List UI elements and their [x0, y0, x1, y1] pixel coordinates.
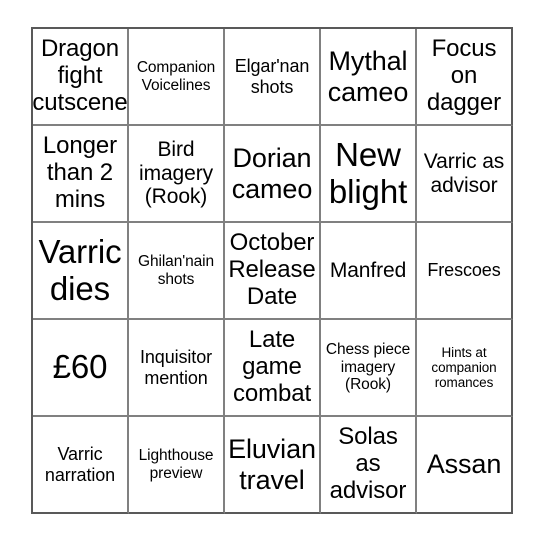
bingo-cell-label: Manfred: [329, 258, 407, 282]
bingo-cell-r3-c4[interactable]: Manfred: [321, 223, 417, 320]
bingo-cell-label: Assan: [426, 449, 502, 480]
bingo-cell-r2-c3[interactable]: Dorian cameo: [225, 126, 321, 223]
bingo-cell-r3-c5[interactable]: Frescoes: [417, 223, 513, 320]
bingo-cell-r2-c5[interactable]: Varric as advisor: [417, 126, 513, 223]
bingo-cell-r5-c1[interactable]: Varric narration: [33, 417, 129, 514]
bingo-cell-label: Varric as advisor: [423, 149, 505, 197]
bingo-cell-r1-c2[interactable]: Companion Voicelines: [129, 29, 225, 126]
bingo-cell-label: Longer than 2 mins: [42, 132, 118, 213]
bingo-cell-r5-c2[interactable]: Lighthouse preview: [129, 417, 225, 514]
bingo-cell-r5-c3[interactable]: Eluvian travel: [225, 417, 321, 514]
bingo-cell-r4-c4[interactable]: Chess piece imagery (Rook): [321, 320, 417, 417]
bingo-cell-r3-c1[interactable]: Varric dies: [33, 223, 129, 320]
bingo-cell-label: Chess piece imagery (Rook): [325, 341, 411, 394]
bingo-card-grid: Dragon fight cutscene Companion Voiceline…: [31, 27, 513, 514]
bingo-cell-label: Varric dies: [38, 232, 122, 307]
bingo-cell-label: Frescoes: [427, 260, 501, 281]
bingo-cell-r1-c5[interactable]: Focus on dagger: [417, 29, 513, 126]
bingo-cell-label: Dorian cameo: [231, 143, 313, 204]
bingo-cell-r5-c4[interactable]: Solas as advisor: [321, 417, 417, 514]
bingo-cell-r1-c1[interactable]: Dragon fight cutscene: [33, 29, 129, 126]
bingo-cell-r5-c5[interactable]: Assan: [417, 417, 513, 514]
bingo-cell-label: October Release Date: [228, 229, 316, 310]
bingo-cell-r3-c2[interactable]: Ghilan'nain shots: [129, 223, 225, 320]
bingo-cell-label: Lighthouse preview: [138, 447, 214, 482]
bingo-cell-label: Inquisitor mention: [139, 347, 213, 388]
bingo-cell-label: Ghilan'nain shots: [138, 253, 214, 288]
bingo-cell-label: Late game combat: [232, 326, 312, 407]
bingo-cell-label: Elgar'nan shots: [234, 56, 310, 97]
bingo-cell-label: £60: [52, 348, 108, 386]
bingo-cell-r2-c1[interactable]: Longer than 2 mins: [33, 126, 129, 223]
bingo-cell-r4-c3[interactable]: Late game combat: [225, 320, 321, 417]
bingo-cell-r1-c3[interactable]: Elgar'nan shots: [225, 29, 321, 126]
bingo-cell-label: Solas as advisor: [329, 423, 407, 504]
bingo-cell-label: Hints at companion romances: [431, 344, 497, 391]
bingo-cell-label: Focus on dagger: [426, 35, 502, 116]
bingo-cell-label: Bird imagery (Rook): [139, 138, 213, 209]
bingo-cell-r2-c4[interactable]: New blight: [321, 126, 417, 223]
bingo-cell-r4-c2[interactable]: Inquisitor mention: [129, 320, 225, 417]
bingo-cell-r2-c2[interactable]: Bird imagery (Rook): [129, 126, 225, 223]
bingo-cell-label: Dragon fight cutscene: [33, 35, 128, 116]
bingo-cell-label: Varric narration: [44, 444, 116, 485]
bingo-cell-r4-c5[interactable]: Hints at companion romances: [417, 320, 513, 417]
bingo-cell-label: Companion Voicelines: [136, 59, 216, 94]
bingo-cell-label: Eluvian travel: [228, 434, 316, 495]
bingo-cell-r3-c3[interactable]: October Release Date: [225, 223, 321, 320]
bingo-cell-label: New blight: [328, 135, 408, 210]
bingo-cell-r1-c4[interactable]: Mythal cameo: [321, 29, 417, 126]
bingo-cell-label: Mythal cameo: [327, 46, 409, 107]
bingo-cell-r4-c1[interactable]: £60: [33, 320, 129, 417]
